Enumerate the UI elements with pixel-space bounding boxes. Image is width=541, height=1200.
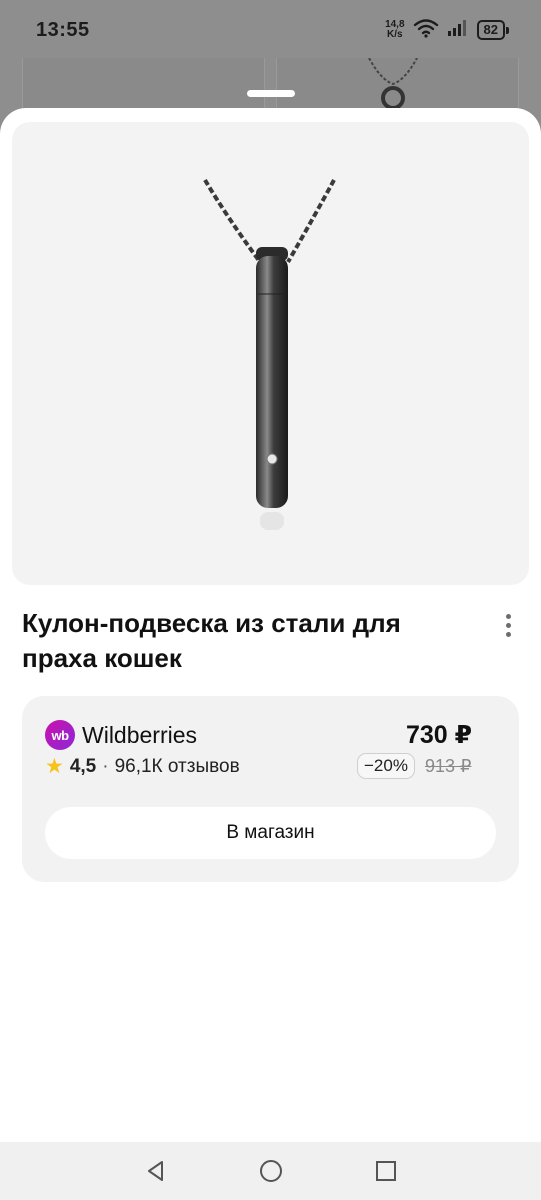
store-row[interactable]: wb Wildberries xyxy=(45,720,197,750)
go-to-store-button[interactable]: В магазин xyxy=(45,807,496,859)
back-icon[interactable] xyxy=(141,1156,171,1186)
more-dot xyxy=(505,613,511,619)
discount-row: −20% 913 ₽ xyxy=(357,753,471,779)
sheet-grabber[interactable] xyxy=(247,90,295,97)
home-icon[interactable] xyxy=(256,1156,286,1186)
recents-icon[interactable] xyxy=(371,1156,401,1186)
more-dot xyxy=(505,622,511,628)
net-speed: 14,8 K/s xyxy=(385,20,404,40)
wildberries-logo-icon: wb xyxy=(45,720,75,750)
star-icon: ★ xyxy=(45,755,64,778)
store-name: Wildberries xyxy=(82,721,198,748)
status-bar: 13:55 14,8 K/s 82 xyxy=(0,0,541,60)
pendant-image xyxy=(203,178,336,530)
more-dot xyxy=(505,631,511,637)
old-price: 913 ₽ xyxy=(424,755,472,776)
current-price: 730 ₽ xyxy=(405,721,472,749)
product-image[interactable] xyxy=(12,122,529,585)
rating-value: 4,5 xyxy=(69,755,97,777)
status-time: 13:55 xyxy=(36,18,90,41)
discount-badge: −20% xyxy=(357,753,415,779)
wifi-icon xyxy=(413,18,439,43)
product-title: Кулон-подвеска из стали для праха кошек xyxy=(22,608,401,673)
product-sheet: Кулон-подвеска из стали для праха кошек … xyxy=(0,108,541,1142)
system-nav-bar xyxy=(0,1142,541,1200)
reviews-count: 96,1К отзывов xyxy=(114,755,240,777)
net-speed-unit: K/s xyxy=(387,29,403,40)
battery-icon: 82 xyxy=(476,20,510,40)
rating-separator: · xyxy=(102,755,109,777)
offer-card: wb Wildberries ★ 4,5 · 96,1К отзывов 730… xyxy=(22,696,519,882)
status-icons: 14,8 K/s 82 xyxy=(385,18,510,43)
rating-row: ★ 4,5 · 96,1К отзывов xyxy=(45,754,240,779)
signal-icon xyxy=(447,19,469,42)
more-options-button[interactable] xyxy=(494,608,522,642)
